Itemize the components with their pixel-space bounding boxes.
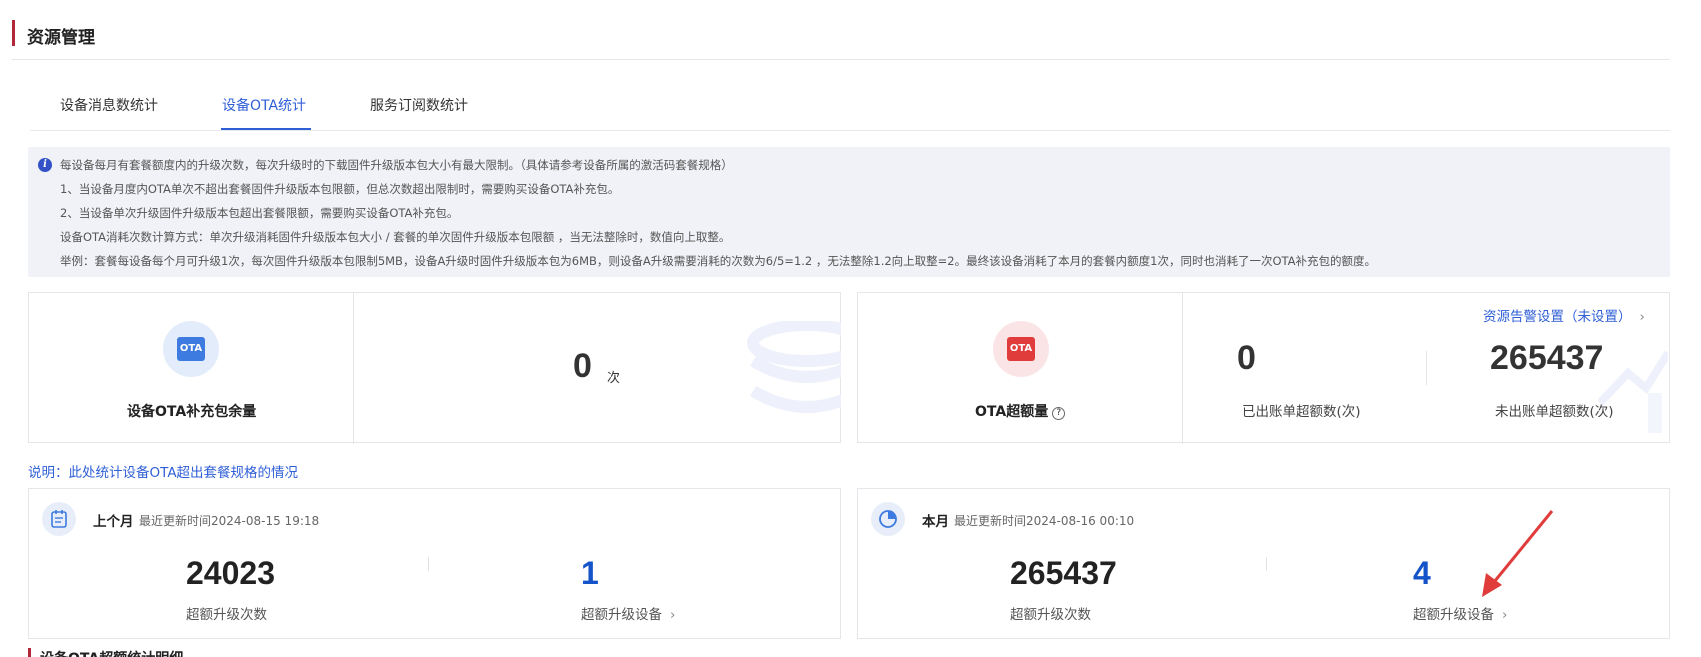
title-accent-bar [12, 20, 15, 46]
page-header: 资源管理 [12, 18, 1672, 48]
page-title: 资源管理 [27, 28, 95, 48]
database-watermark-icon [747, 321, 841, 413]
tab-bar: 设备消息数统计 设备OTA统计 服务订阅数统计 [30, 88, 1670, 131]
notice-line: 1、当设备月度内OTA单次不超出套餐固件升级版本包限额，但总次数超出限制时，需要… [60, 182, 620, 196]
overage-card: OTA OTA超额量? 资源告警设置（未设置） › 0 已出账单超额数(次) 26… [857, 292, 1670, 444]
alert-settings-text: 资源告警设置（未设置） [1483, 309, 1632, 325]
ota-icon-text: OTA [1007, 337, 1035, 361]
chevron-right-icon: › [1639, 309, 1645, 325]
last-month-upgrade-count-label: 超额升级次数 [186, 607, 267, 623]
statistics-description: 说明：此处统计设备OTA超出套餐规格的情况 [28, 465, 299, 481]
stat-divider [1266, 557, 1267, 571]
stat-divider [428, 557, 429, 571]
billed-overage-value: 0 [1237, 339, 1256, 377]
ota-supplement-icon: OTA [163, 321, 219, 377]
help-icon[interactable]: ? [1052, 407, 1066, 420]
last-month-updated: 最近更新时间2024-08-15 19:18 [139, 514, 320, 528]
red-arrow-annotation [1482, 510, 1554, 597]
tab-subscription-stats[interactable]: 服务订阅数统计 [370, 95, 468, 115]
pie-chart-icon [871, 502, 905, 536]
last-month-devices-link[interactable]: 超额升级设备 › [581, 603, 675, 623]
stat-divider [1426, 351, 1427, 385]
overage-label: OTA超额量? [975, 401, 1066, 421]
this-month-upgrade-count-label: 超额升级次数 [1010, 607, 1091, 623]
section-title: 设备OTA超额统计明细 [40, 648, 183, 657]
calendar-icon-glyph [51, 510, 67, 528]
alert-settings-link[interactable]: 资源告警设置（未设置） › [1483, 305, 1645, 325]
this-month-device-count-label: 超额升级设备 [1413, 607, 1494, 623]
info-notice: i 每设备每月有套餐额度内的升级次数，每次升级时的下载固件升级版本包大小有最大限… [28, 147, 1670, 277]
last-month-title: 上个月 [93, 514, 134, 530]
notice-line: 每设备每月有套餐额度内的升级次数，每次升级时的下载固件升级版本包大小有最大限制。… [60, 158, 733, 172]
this-month-title: 本月 [922, 514, 949, 530]
chevron-right-icon: › [1502, 607, 1508, 623]
trend-watermark-icon [1598, 350, 1668, 433]
resource-management-panel: 资源管理 设备消息数统计 设备OTA统计 服务订阅数统计 i 每设备每月有套餐额… [0, 0, 1701, 657]
card-divider [1182, 293, 1183, 444]
supplement-card: OTA 设备OTA补充包余量 0 次 [28, 292, 841, 444]
this-month-device-count: 4 [1413, 555, 1431, 591]
header-divider [12, 59, 1670, 60]
last-month-device-count: 1 [581, 555, 599, 591]
section-accent-bar [28, 648, 31, 657]
info-icon: i [38, 158, 52, 172]
notice-line: 设备OTA消耗次数计算方式：单次升级消耗固件升级版本包大小 / 套餐的单次固件升… [60, 230, 731, 244]
chevron-right-icon: › [670, 607, 676, 623]
this-month-devices-link[interactable]: 超额升级设备 › [1413, 603, 1507, 623]
unbilled-overage-value: 265437 [1490, 339, 1604, 377]
ota-icon-text: OTA [177, 337, 205, 361]
tab-ota-stats[interactable]: 设备OTA统计 [222, 95, 306, 115]
unbilled-overage-label: 未出账单超额数(次) [1495, 404, 1614, 420]
last-month-upgrade-count: 24023 [186, 555, 275, 591]
billed-overage-label: 已出账单超额数(次) [1242, 404, 1361, 420]
supplement-unit: 次 [607, 371, 621, 386]
tab-message-stats[interactable]: 设备消息数统计 [60, 95, 158, 115]
this-month-updated: 最近更新时间2024-08-16 00:10 [954, 514, 1135, 528]
notice-line: 2、当设备单次升级固件升级版本包超出套餐限额，需要购买设备OTA补充包。 [60, 206, 459, 220]
calendar-icon [42, 502, 76, 536]
ota-overage-icon: OTA [993, 321, 1049, 377]
overage-label-text: OTA超额量 [975, 404, 1049, 420]
notice-line: 举例：套餐每设备每个月可升级1次，每次固件升级版本包限制5MB，设备A升级时固件… [60, 254, 1376, 268]
this-month-card: 本月 最近更新时间2024-08-16 00:10 265437 超额升级次数 … [857, 488, 1670, 639]
pie-chart-icon-glyph [879, 510, 897, 528]
supplement-value: 0 [573, 347, 592, 385]
card-divider [353, 293, 354, 444]
last-month-card: 上个月 最近更新时间2024-08-15 19:18 24023 超额升级次数 … [28, 488, 841, 639]
this-month-upgrade-count: 265437 [1010, 555, 1117, 591]
active-tab-indicator [221, 128, 311, 130]
supplement-label: 设备OTA补充包余量 [127, 404, 257, 420]
last-month-device-count-label: 超额升级设备 [581, 607, 662, 623]
